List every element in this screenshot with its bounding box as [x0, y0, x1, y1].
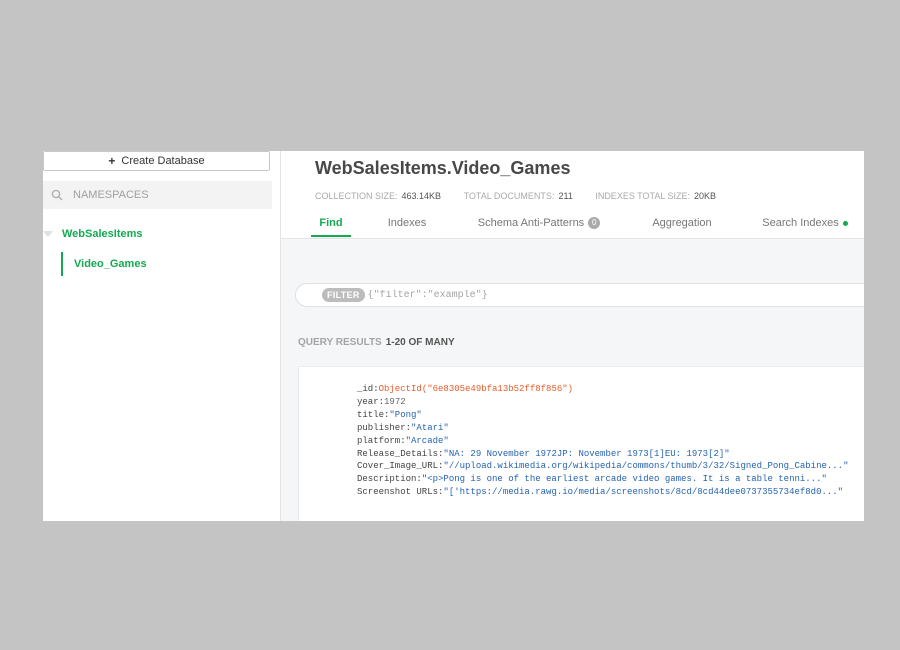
- document-card[interactable]: _id:ObjectId("6e8305e49bfa13b52ff8f856")…: [298, 366, 864, 521]
- collection-label: Video_Games: [74, 258, 147, 270]
- sidebar-item-collection[interactable]: Video_Games: [61, 252, 147, 276]
- stat-indexes-total-size: INDEXES TOTAL SIZE: 20KB: [595, 191, 717, 201]
- search-icon: [51, 189, 63, 201]
- field-title: title:"Pong": [357, 409, 422, 420]
- namespace-search[interactable]: [43, 181, 272, 209]
- sidebar-item-database[interactable]: WebSalesItems: [43, 226, 143, 242]
- stat-total-documents: TOTAL DOCUMENTS: 211: [463, 191, 573, 201]
- collection-stats: COLLECTION SIZE: 463.14KB TOTAL DOCUMENTS…: [315, 191, 736, 201]
- filter-bar: FILTER: [295, 283, 864, 307]
- anti-patterns-count-badge: 0: [588, 217, 601, 229]
- field-platform: platform:"Arcade": [357, 435, 449, 446]
- page-title: WebSalesItems.Video_Games: [315, 158, 571, 178]
- query-results-heading: QUERY RESULTS 1-20 OF MANY: [298, 337, 455, 348]
- create-database-button[interactable]: + Create Database: [43, 151, 270, 171]
- tab-bar: Find Indexes Schema Anti-Patterns 0 Aggre…: [281, 217, 864, 237]
- create-database-label: Create Database: [121, 155, 205, 167]
- results-range: 1-20 OF MANY: [385, 337, 455, 348]
- main-panel: WebSalesItems.Video_Games COLLECTION SIZ…: [281, 151, 864, 521]
- namespace-search-input[interactable]: [73, 189, 253, 201]
- status-dot-icon: [842, 221, 848, 226]
- tab-find[interactable]: Find: [311, 217, 351, 237]
- filter-chip: FILTER: [322, 288, 365, 302]
- tab-aggregation[interactable]: Aggregation: [645, 217, 719, 237]
- field-year: year:1972: [357, 396, 406, 407]
- collection-header: WebSalesItems.Video_Games COLLECTION SIZ…: [281, 151, 864, 239]
- tab-search-indexes[interactable]: Search Indexes: [755, 217, 855, 237]
- tab-indexes[interactable]: Indexes: [381, 217, 433, 237]
- field-screenshot-urls: Screenshot URLs:"['https://media.rawg.io…: [357, 487, 844, 498]
- compass-window: + Create Database WebSalesItems Video_Ga…: [43, 151, 864, 521]
- document-fields: _id:ObjectId("6e8305e49bfa13b52ff8f856")…: [357, 383, 849, 499]
- field-cover-image-url: Cover_Image_URL:"//upload.wikimedia.org/…: [357, 461, 849, 472]
- field-release-details: Release_Details:"NA: 29 November 1972JP:…: [357, 448, 730, 459]
- stat-collection-size: COLLECTION SIZE: 463.14KB: [315, 191, 442, 201]
- sidebar: + Create Database WebSalesItems Video_Ga…: [43, 151, 281, 521]
- caret-down-icon[interactable]: [43, 231, 53, 237]
- tab-schema-anti-patterns[interactable]: Schema Anti-Patterns 0: [469, 217, 609, 237]
- filter-input[interactable]: [367, 289, 668, 301]
- plus-icon: +: [108, 154, 116, 168]
- field-description: Description:"<p>Pong is one of the earli…: [357, 474, 827, 485]
- database-label: WebSalesItems: [62, 228, 143, 240]
- field-publisher: publisher:"Atari": [357, 422, 449, 433]
- field-id: _id:ObjectId("6e8305e49bfa13b52ff8f856"): [357, 384, 574, 394]
